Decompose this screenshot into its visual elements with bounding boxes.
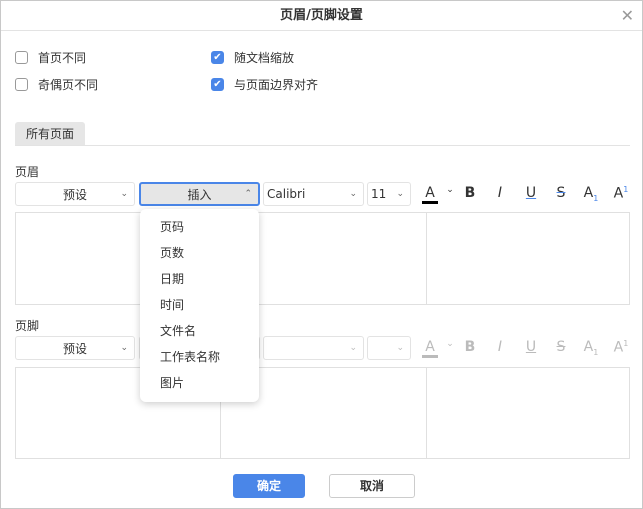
insert-dropdown-menu: 页码 页数 日期 时间 文件名 工作表名称 图片: [140, 209, 259, 402]
divider: [426, 368, 427, 458]
chevron-up-icon: ⌃: [244, 189, 252, 199]
odd-even-different-checkbox[interactable]: 奇偶页不同: [15, 76, 98, 93]
ok-button[interactable]: 确定: [233, 474, 305, 498]
superscript-button[interactable]: A1: [613, 339, 629, 356]
select-value: 预设: [62, 341, 87, 356]
tab-all-pages[interactable]: 所有页面: [15, 122, 85, 146]
checkbox-label: 奇偶页不同: [38, 78, 99, 92]
menu-item-date[interactable]: 日期: [140, 266, 259, 292]
bold-button[interactable]: B: [462, 185, 478, 201]
footer-font-size-select[interactable]: ⌄: [367, 336, 411, 360]
align-with-margins-checkbox[interactable]: ✔ 与页面边界对齐: [211, 76, 318, 93]
chevron-down-icon: ⌄: [349, 189, 357, 199]
select-value: 插入: [187, 187, 212, 202]
first-page-different-checkbox[interactable]: 首页不同: [15, 49, 86, 66]
checkbox-icon: [15, 51, 28, 64]
footer-editor: [15, 367, 630, 459]
menu-item-file-name[interactable]: 文件名: [140, 318, 259, 344]
chevron-down-icon: ⌄: [349, 343, 357, 353]
strikethrough-button[interactable]: S: [553, 185, 569, 201]
strikethrough-button[interactable]: S: [553, 339, 569, 355]
superscript-mark: 1: [623, 339, 629, 348]
subscript-letter: A: [583, 185, 594, 201]
font-size-select[interactable]: 11 ⌄: [367, 182, 411, 206]
italic-button[interactable]: I: [492, 339, 508, 355]
divider: [426, 213, 427, 304]
footer-font-select[interactable]: ⌄: [263, 336, 364, 360]
subscript-mark: 1: [593, 193, 599, 203]
superscript-mark: 1: [623, 185, 629, 194]
subscript-button[interactable]: A1: [583, 339, 599, 357]
checkbox-icon: [15, 78, 28, 91]
superscript-letter: A: [613, 339, 624, 356]
checkbox-label: 首页不同: [38, 51, 87, 65]
chevron-down-icon[interactable]: ⌄: [442, 339, 458, 349]
checkbox-label: 随文档缩放: [234, 51, 295, 65]
checkbox-label: 与页面边界对齐: [234, 78, 319, 92]
underline-button[interactable]: U: [523, 339, 539, 355]
close-icon[interactable]: ✕: [621, 6, 634, 25]
font-color-button[interactable]: A: [422, 185, 438, 204]
bold-button[interactable]: B: [462, 339, 478, 355]
menu-item-page-count[interactable]: 页数: [140, 240, 259, 266]
subscript-letter: A: [583, 339, 594, 355]
chevron-down-icon[interactable]: ⌄: [442, 185, 458, 195]
select-value: Calibri: [267, 187, 306, 201]
insert-select[interactable]: 插入 ⌃: [139, 182, 260, 206]
cancel-button[interactable]: 取消: [329, 474, 415, 498]
superscript-letter: A: [613, 185, 624, 202]
header-label: 页眉: [15, 165, 40, 179]
tab-divider: [15, 145, 630, 146]
checkmark-icon: ✔: [211, 78, 224, 91]
font-color-button[interactable]: A: [422, 339, 438, 358]
chevron-down-icon: ⌄: [120, 189, 128, 199]
header-preset-select[interactable]: 预设 ⌄: [15, 182, 135, 206]
menu-item-sheet-name[interactable]: 工作表名称: [140, 344, 259, 370]
select-value: 11: [371, 187, 387, 201]
menu-item-picture[interactable]: 图片: [140, 370, 259, 396]
superscript-button[interactable]: A1: [613, 185, 629, 202]
header-footer-dialog: 页眉/页脚设置 ✕ 首页不同 奇偶页不同 ✔ 随文档缩放 ✔ 与页面边界对齐 所有页…: [0, 0, 643, 509]
subscript-mark: 1: [593, 347, 599, 357]
menu-item-page-number[interactable]: 页码: [140, 214, 259, 240]
chevron-down-icon: ⌄: [396, 189, 404, 199]
italic-button[interactable]: I: [492, 185, 508, 201]
dialog-title: 页眉/页脚设置: [1, 1, 642, 31]
subscript-button[interactable]: A1: [583, 185, 599, 203]
footer-preset-select[interactable]: 预设 ⌄: [15, 336, 135, 360]
scale-with-document-checkbox[interactable]: ✔ 随文档缩放: [211, 49, 294, 66]
footer-label: 页脚: [15, 319, 40, 333]
underline-button[interactable]: U: [523, 185, 539, 201]
menu-item-time[interactable]: 时间: [140, 292, 259, 318]
font-select[interactable]: Calibri ⌄: [263, 182, 364, 206]
header-editor: [15, 212, 630, 305]
checkmark-icon: ✔: [211, 51, 224, 64]
chevron-down-icon: ⌄: [120, 343, 128, 353]
chevron-down-icon: ⌄: [396, 343, 404, 353]
select-value: 预设: [62, 187, 87, 202]
